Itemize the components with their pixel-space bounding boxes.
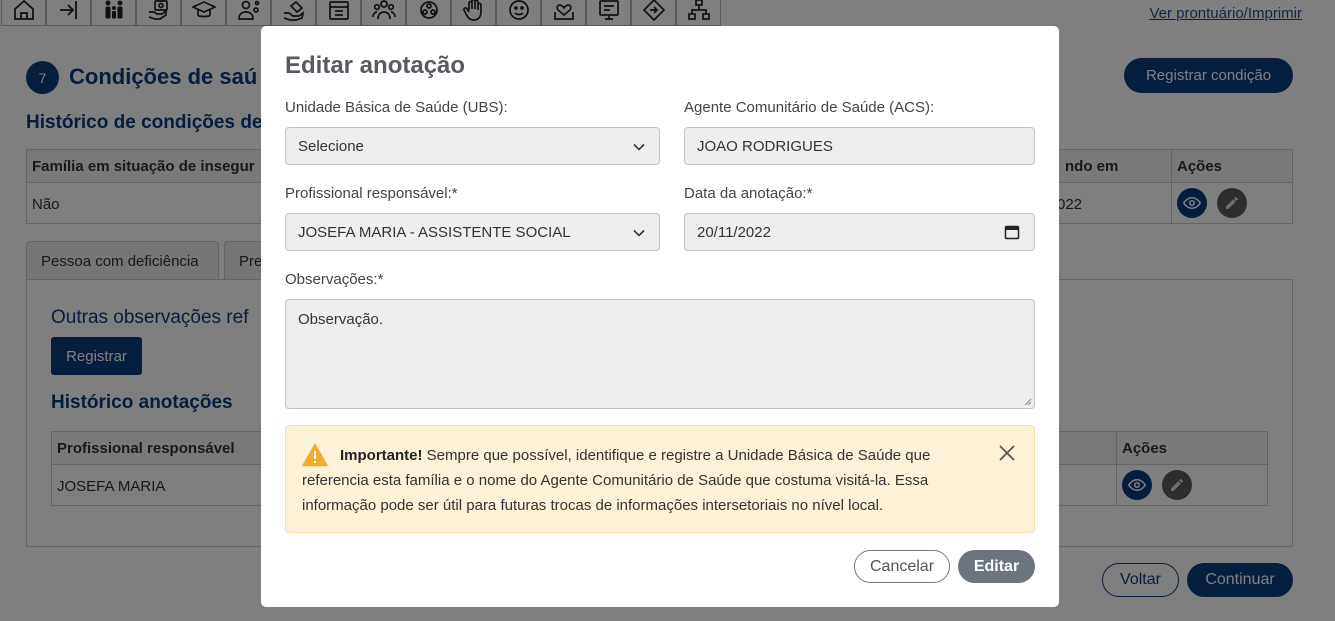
alert-strong: Importante! [340, 447, 423, 464]
professional-select-value: JOSEFA MARIA - ASSISTENTE SOCIAL [298, 223, 571, 241]
ubs-select-value: Selecione [298, 137, 364, 155]
ubs-select[interactable]: Selecione [285, 127, 660, 165]
ubs-label: Unidade Básica de Saúde (UBS): [285, 99, 508, 116]
modal-title: Editar anotação [285, 52, 466, 79]
observations-label: Observações:* [285, 271, 384, 288]
calendar-icon[interactable] [1004, 224, 1020, 240]
important-alert: Importante! Sempre que possível, identif… [285, 425, 1035, 533]
acs-field[interactable]: JOAO RODRIGUES [684, 127, 1035, 165]
chevron-down-icon [633, 229, 645, 237]
professional-label: Profissional responsável:* [285, 185, 458, 202]
observations-textarea[interactable]: Observação. [285, 299, 1035, 409]
observations-value: Observação. [298, 311, 384, 328]
acs-field-value: JOAO RODRIGUES [697, 137, 833, 155]
acs-label: Agente Comunitário de Saúde (ACS): [684, 99, 935, 116]
edit-submit-button[interactable]: Editar [958, 550, 1035, 583]
date-field[interactable]: 20/11/2022 [684, 213, 1035, 251]
date-label: Data da anotação:* [684, 185, 813, 202]
edit-annotation-modal: Editar anotação Unidade Básica de Saúde … [261, 26, 1059, 607]
date-field-value: 20/11/2022 [697, 223, 771, 241]
cancel-button[interactable]: Cancelar [854, 550, 950, 583]
chevron-down-icon [633, 143, 645, 151]
alert-message: Importante! Sempre que possível, identif… [302, 443, 982, 518]
professional-select[interactable]: JOSEFA MARIA - ASSISTENTE SOCIAL [285, 213, 660, 251]
close-icon[interactable] [998, 444, 1016, 462]
resize-handle-icon[interactable] [1024, 398, 1032, 406]
